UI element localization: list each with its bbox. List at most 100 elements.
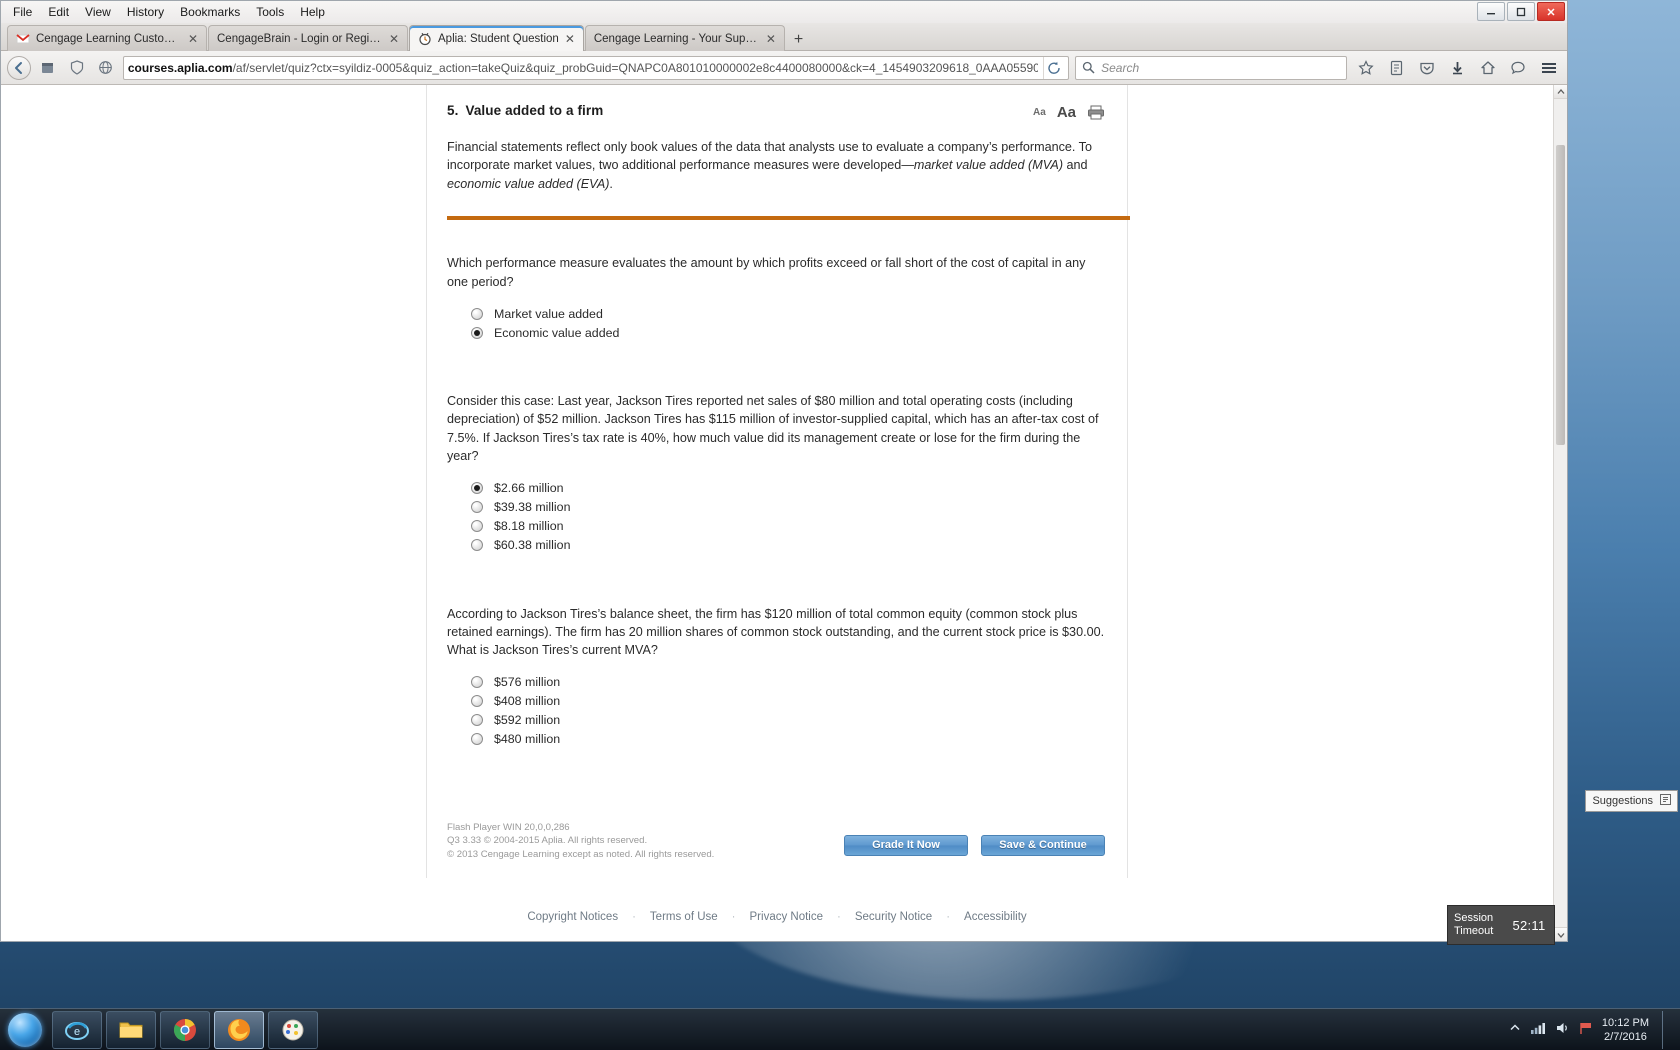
tab-label: Aplia: Student Question [438, 32, 559, 45]
navigation-toolbar: courses.aplia.com/af/servlet/quiz?ctx=sy… [1, 51, 1567, 85]
taskbar-clock[interactable]: 10:12 PM 2/7/2016 [1602, 1016, 1653, 1044]
scroll-up-arrow[interactable] [1554, 85, 1567, 99]
suggestions-widget[interactable]: Suggestions [1585, 790, 1678, 812]
address-bar[interactable]: courses.aplia.com/af/servlet/quiz?ctx=sy… [122, 55, 1070, 80]
option-row[interactable]: Economic value added [471, 323, 1105, 342]
menu-history[interactable]: History [119, 2, 172, 22]
intro-text-part2: and [1063, 158, 1088, 173]
tab-label: Cengage Learning - Your Supp... [593, 32, 760, 45]
new-tab-button[interactable]: + [786, 32, 811, 50]
volume-icon[interactable] [1555, 1021, 1570, 1038]
option-row[interactable]: $2.66 million [471, 479, 1105, 498]
scroll-down-arrow[interactable] [1554, 927, 1567, 941]
menu-tools[interactable]: Tools [248, 2, 292, 22]
session-timeout-label: Session Timeout [1448, 912, 1504, 938]
reader-list-icon[interactable] [1384, 55, 1409, 81]
back-button[interactable] [7, 55, 31, 80]
show-hidden-icons-button[interactable] [1509, 1022, 1521, 1037]
maximize-button[interactable] [1507, 2, 1535, 21]
menu-view[interactable]: View [77, 2, 119, 22]
radio-icon[interactable] [471, 733, 483, 746]
radio-icon[interactable] [471, 676, 483, 689]
session-label-line2: Timeout [1454, 925, 1494, 937]
taskbar-item-paint[interactable] [268, 1010, 318, 1049]
menu-hamburger-icon[interactable] [1537, 55, 1562, 81]
bookmark-star-icon[interactable] [1353, 55, 1378, 81]
reload-icon [1048, 61, 1060, 74]
chrome-icon [173, 1018, 196, 1041]
option-row[interactable]: Market value added [471, 304, 1105, 323]
radio-icon[interactable] [471, 714, 483, 727]
link-security-notice[interactable]: Security Notice [855, 911, 932, 923]
search-bar[interactable]: Search [1075, 55, 1348, 80]
option-label: $576 million [494, 675, 561, 690]
decrease-text-size-button[interactable]: Aa [1033, 107, 1046, 118]
tab-close-icon[interactable]: ✕ [766, 33, 778, 45]
save-and-continue-button[interactable]: Save & Continue [981, 834, 1105, 856]
print-icon[interactable] [1087, 105, 1105, 120]
radio-icon[interactable] [471, 307, 483, 320]
downloads-icon[interactable] [1445, 55, 1470, 81]
page-scrollbar[interactable] [1553, 85, 1567, 941]
reload-button[interactable] [1043, 56, 1064, 79]
taskbar-item-chrome[interactable] [160, 1010, 210, 1049]
option-row[interactable]: $60.38 million [471, 536, 1105, 555]
radio-icon[interactable] [471, 482, 483, 495]
show-desktop-button[interactable] [1662, 1010, 1672, 1049]
radio-icon[interactable] [471, 501, 483, 514]
close-button[interactable] [1537, 2, 1565, 21]
back-arrow-icon [7, 55, 31, 80]
quiz-card: 5. Value added to a firm Aa Aa Financial… [426, 85, 1130, 878]
tab-label: CengageBrain - Login or Register [217, 32, 383, 45]
site-identity-button[interactable] [37, 56, 60, 80]
question-block-1: Which performance measure evaluates the … [447, 254, 1105, 342]
link-terms-of-use[interactable]: Terms of Use [650, 911, 718, 923]
pocket-icon[interactable] [1414, 55, 1439, 81]
link-copyright-notices[interactable]: Copyright Notices [527, 911, 618, 923]
menu-edit[interactable]: Edit [40, 2, 77, 22]
radio-icon[interactable] [471, 520, 483, 533]
network-icon[interactable] [1530, 1021, 1546, 1038]
radio-icon[interactable] [471, 326, 483, 339]
link-privacy-notice[interactable]: Privacy Notice [750, 911, 824, 923]
increase-text-size-button[interactable]: Aa [1057, 104, 1076, 121]
tab-cengage-custom[interactable]: Cengage Learning Custom... ✕ [7, 25, 207, 51]
grade-it-now-button[interactable]: Grade It Now [844, 834, 968, 856]
link-accessibility[interactable]: Accessibility [964, 911, 1027, 923]
tab-close-icon[interactable]: ✕ [188, 33, 200, 45]
option-label: $480 million [494, 732, 561, 747]
action-center-icon[interactable] [1579, 1021, 1593, 1038]
minimize-button[interactable] [1477, 2, 1505, 21]
scrollbar-thumb[interactable] [1556, 145, 1565, 445]
option-row[interactable]: $408 million [471, 692, 1105, 711]
option-row[interactable]: $8.18 million [471, 517, 1105, 536]
tab-cengagebrain-login[interactable]: CengageBrain - Login or Register ✕ [208, 25, 408, 51]
globe-button[interactable] [94, 56, 117, 80]
radio-icon[interactable] [471, 695, 483, 708]
menu-help[interactable]: Help [292, 2, 333, 22]
option-row[interactable]: $592 million [471, 711, 1105, 730]
chat-icon[interactable] [1506, 55, 1531, 81]
menu-bookmarks[interactable]: Bookmarks [172, 2, 248, 22]
intro-emphasis-eva: economic value added (EVA) [447, 176, 610, 191]
tab-close-icon[interactable]: ✕ [389, 33, 401, 45]
radio-icon[interactable] [471, 539, 483, 552]
menu-file[interactable]: File [5, 2, 40, 22]
start-button[interactable] [2, 1011, 48, 1049]
option-row[interactable]: $39.38 million [471, 498, 1105, 517]
option-row[interactable]: $480 million [471, 730, 1105, 749]
taskbar-item-explorer[interactable] [106, 1010, 156, 1049]
question-block-2: Consider this case: Last year, Jackson T… [447, 392, 1105, 555]
taskbar-item-ie[interactable]: e [52, 1010, 102, 1049]
tab-cengage-support[interactable]: Cengage Learning - Your Supp... ✕ [584, 25, 785, 51]
tab-aplia-student-question[interactable]: Aplia: Student Question ✕ [409, 25, 584, 51]
taskbar-item-firefox[interactable] [214, 1010, 264, 1049]
option-row[interactable]: $576 million [471, 673, 1105, 692]
tracking-shield-button[interactable] [66, 56, 89, 80]
separator-dot: · [731, 911, 736, 923]
question-block-3: According to Jackson Tires’s balance she… [447, 605, 1105, 749]
home-icon[interactable] [1475, 55, 1500, 81]
option-label: $8.18 million [494, 519, 564, 534]
tab-close-icon[interactable]: ✕ [565, 33, 577, 45]
page-title: 5. Value added to a firm [447, 103, 603, 118]
